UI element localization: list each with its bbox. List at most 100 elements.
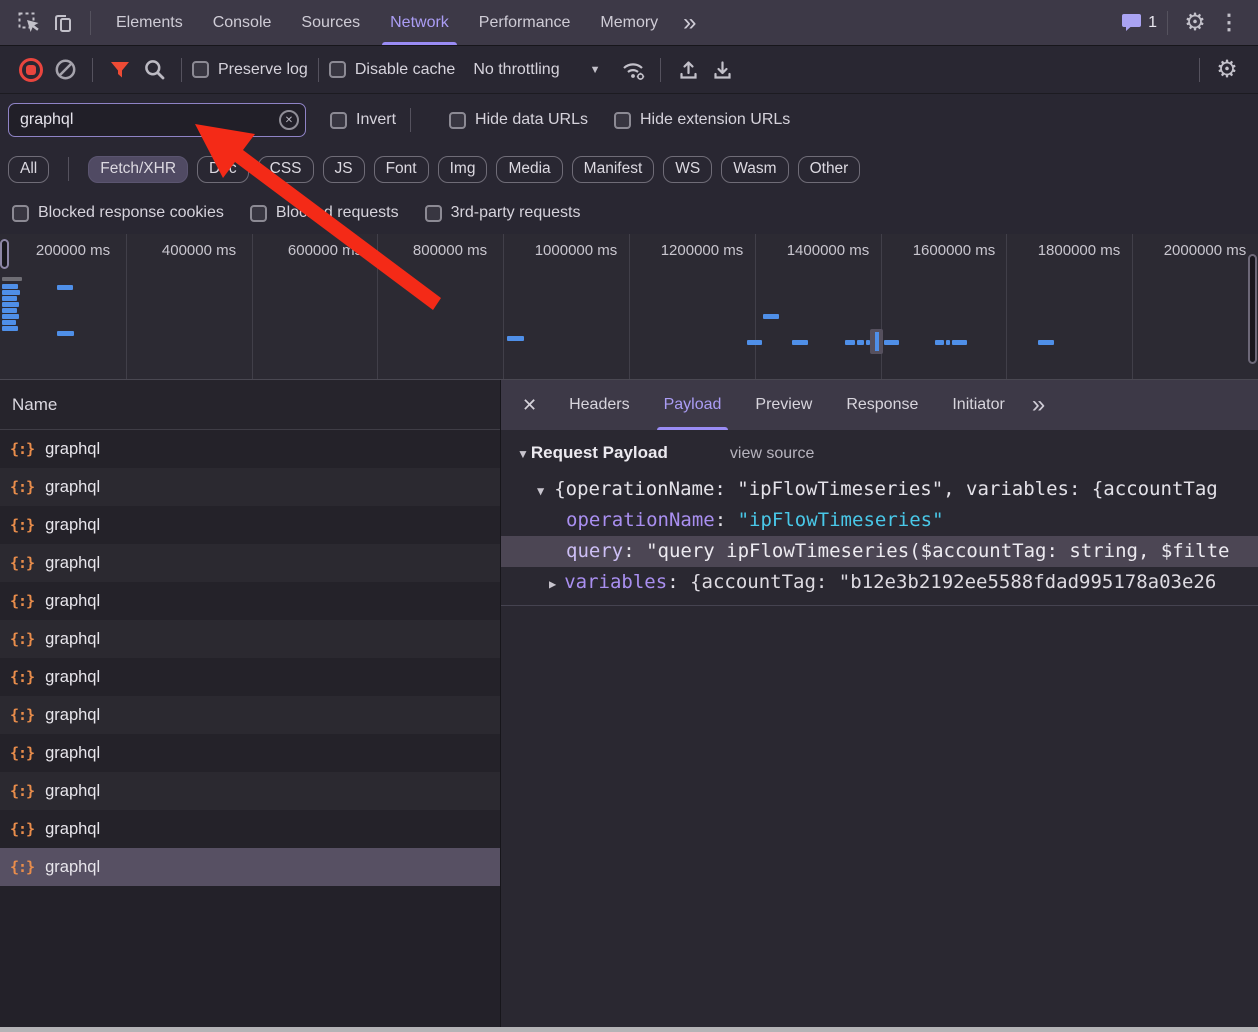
console-messages-badge[interactable]: 1 <box>1121 6 1157 40</box>
name-column-header[interactable]: Name <box>0 380 500 430</box>
request-row[interactable]: {:}graphql <box>0 810 500 848</box>
colon: : <box>715 509 738 531</box>
request-row[interactable]: {:}graphql <box>0 582 500 620</box>
filter-row: ✕ Invert Hide data URLs Hide extension U… <box>0 94 1258 146</box>
main-menu-button[interactable]: ⋮ <box>1212 6 1246 40</box>
request-name: graphql <box>45 782 100 801</box>
clear-filter-button[interactable]: ✕ <box>279 110 299 130</box>
hide-data-urls-checkbox[interactable]: Hide data URLs <box>449 111 588 129</box>
chip-img[interactable]: Img <box>438 156 488 183</box>
tab-sources[interactable]: Sources <box>286 0 375 45</box>
throttling-value: No throttling <box>473 61 559 79</box>
tab-network[interactable]: Network <box>375 0 464 45</box>
3rd-party-requests-label: 3rd-party requests <box>451 204 581 222</box>
devtools-tabbar: ElementsConsoleSourcesNetworkPerformance… <box>0 0 1258 46</box>
throttling-select[interactable]: No throttling ▼ <box>473 61 600 79</box>
preserve-log-checkbox[interactable]: Preserve log <box>192 61 308 79</box>
chip-media[interactable]: Media <box>496 156 562 183</box>
more-tabs-icon[interactable]: » <box>673 11 706 35</box>
waterfall-bar <box>792 340 808 345</box>
request-row[interactable]: {:}graphql <box>0 696 500 734</box>
tab-memory[interactable]: Memory <box>585 0 673 45</box>
network-conditions-button[interactable] <box>616 53 650 87</box>
detail-tab-response[interactable]: Response <box>829 380 935 430</box>
chip-css[interactable]: CSS <box>258 156 314 183</box>
filter-button[interactable] <box>103 53 137 87</box>
chip-manifest[interactable]: Manifest <box>572 156 655 183</box>
timeline-tick-label: 1400000 ms <box>763 242 893 259</box>
timeline-tick-label: 1600000 ms <box>889 242 1019 259</box>
detail-tab-preview[interactable]: Preview <box>738 380 829 430</box>
checkbox-icon <box>614 112 631 129</box>
request-row[interactable]: {:}graphql <box>0 506 500 544</box>
network-overview-timeline[interactable]: 200000 ms400000 ms600000 ms800000 ms1000… <box>0 234 1258 380</box>
request-row[interactable]: {:}graphql <box>0 544 500 582</box>
three-dots-icon: ⋮ <box>1219 12 1240 33</box>
hide-extension-urls-checkbox[interactable]: Hide extension URLs <box>614 111 790 129</box>
device-toolbar-button[interactable] <box>46 6 80 40</box>
overview-left-handle[interactable] <box>0 239 9 269</box>
clear-network-log-button[interactable] <box>48 53 82 87</box>
network-settings-button[interactable]: ⚙ <box>1210 53 1244 87</box>
record-network-log-button[interactable] <box>14 53 48 87</box>
blocked-response-cookies-checkbox[interactable]: Blocked response cookies <box>12 204 224 222</box>
fetch-xhr-icon: {:} <box>10 440 34 458</box>
chip-doc[interactable]: Doc <box>197 156 249 183</box>
detail-tab-payload[interactable]: Payload <box>647 380 739 430</box>
chip-font[interactable]: Font <box>374 156 429 183</box>
chip-wasm[interactable]: Wasm <box>721 156 788 183</box>
request-name: graphql <box>45 440 100 459</box>
fetch-xhr-icon: {:} <box>10 668 34 686</box>
3rd-party-requests-checkbox[interactable]: 3rd-party requests <box>425 204 581 222</box>
request-row[interactable]: {:}graphql <box>0 734 500 772</box>
request-row[interactable]: {:}graphql <box>0 620 500 658</box>
request-name: graphql <box>45 478 100 497</box>
waterfall-bar <box>57 331 74 336</box>
payload-root-row[interactable]: ▼{operationName: "ipFlowTimeseries", var… <box>501 474 1258 505</box>
checkbox-icon <box>12 205 29 222</box>
search-button[interactable] <box>137 53 171 87</box>
divider <box>68 157 69 181</box>
network-filter-input[interactable] <box>8 103 306 137</box>
payload-value: "query ipFlowTimeseries($accountTag: str… <box>646 540 1229 562</box>
disable-cache-checkbox[interactable]: Disable cache <box>329 61 456 79</box>
close-detail-icon[interactable]: ✕ <box>507 395 552 416</box>
import-har-button[interactable] <box>671 53 705 87</box>
detail-tab-initiator[interactable]: Initiator <box>935 380 1021 430</box>
section-twisty-icon[interactable]: ▼ <box>517 447 529 461</box>
checkbox-icon <box>329 61 346 78</box>
request-row[interactable]: {:}graphql <box>0 468 500 506</box>
chip-ws[interactable]: WS <box>663 156 712 183</box>
payload-key: query <box>566 540 623 562</box>
request-row[interactable]: {:}graphql <box>0 848 500 886</box>
waterfall-bar <box>2 320 16 325</box>
payload-row-query[interactable]: query: "query ipFlowTimeseries($accountT… <box>501 536 1258 567</box>
request-name: graphql <box>45 630 100 649</box>
request-name: graphql <box>45 858 100 877</box>
request-row[interactable]: {:} graphql <box>0 430 500 468</box>
blocked-requests-checkbox[interactable]: Blocked requests <box>250 204 399 222</box>
tab-elements[interactable]: Elements <box>101 0 198 45</box>
tab-performance[interactable]: Performance <box>464 0 586 45</box>
payload-row-operationname[interactable]: operationName: "ipFlowTimeseries" <box>501 505 1258 536</box>
chip-other[interactable]: Other <box>798 156 861 183</box>
chip-fetch-xhr[interactable]: Fetch/XHR <box>88 156 188 183</box>
wifi-gear-icon <box>620 58 647 81</box>
view-source-link[interactable]: view source <box>730 445 814 463</box>
chip-js[interactable]: JS <box>323 156 365 183</box>
tab-console[interactable]: Console <box>198 0 287 45</box>
request-row[interactable]: {:}graphql <box>0 658 500 696</box>
waterfall-bar <box>946 340 950 345</box>
request-name: graphql <box>45 744 100 763</box>
inspect-element-button[interactable] <box>12 6 46 40</box>
settings-button[interactable]: ⚙ <box>1178 6 1212 40</box>
export-har-button[interactable] <box>705 53 739 87</box>
invert-checkbox[interactable]: Invert <box>330 111 396 129</box>
more-detail-tabs-icon[interactable]: » <box>1022 393 1055 417</box>
request-row[interactable]: {:}graphql <box>0 772 500 810</box>
overview-right-handle[interactable] <box>1248 254 1257 364</box>
payload-row-variables[interactable]: ▶variables: {accountTag: "b12e3b2192ee55… <box>501 567 1258 598</box>
payload-value: {accountTag: "b12e3b2192ee5588fdad995178… <box>690 571 1216 593</box>
chip-all[interactable]: All <box>8 156 49 183</box>
detail-tab-headers[interactable]: Headers <box>552 380 646 430</box>
